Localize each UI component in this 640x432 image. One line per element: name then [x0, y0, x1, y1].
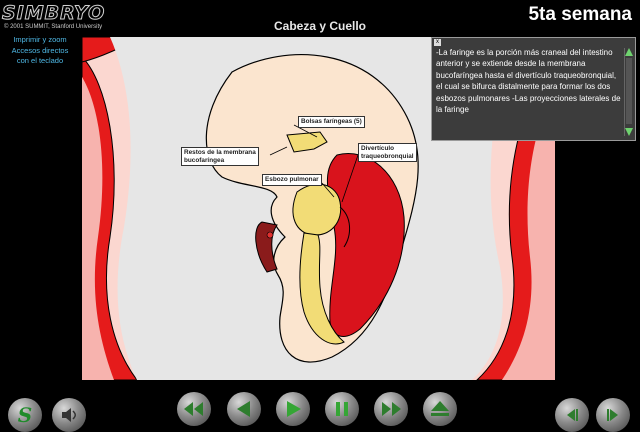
previous-icon [567, 409, 578, 421]
sound-button[interactable] [52, 398, 86, 432]
info-text: -La faringe es la porción más craneal de… [436, 48, 621, 115]
label-pharyngeal-pouches: Bolsas faríngeas (5) [298, 116, 365, 128]
speaker-icon [62, 408, 76, 422]
info-panel: x -La faringe es la porción más craneal … [431, 37, 636, 141]
previous-page-button[interactable] [555, 398, 589, 432]
fast-forward-icon [382, 402, 401, 416]
keyboard-shortcuts-link[interactable]: Accesos directos [0, 46, 80, 56]
next-page-button[interactable] [596, 398, 630, 432]
scroll-track[interactable] [626, 58, 632, 124]
eject-icon [431, 401, 449, 416]
scroll-down-icon[interactable] [625, 128, 633, 136]
scroll-up-icon[interactable] [625, 48, 633, 56]
svg-text:S: S [18, 403, 32, 427]
print-zoom-link[interactable]: Imprimir y zoom [0, 35, 80, 45]
fast-forward-button[interactable] [374, 392, 408, 426]
s-logo-icon: S [18, 403, 32, 427]
side-links: Imprimir y zoom Accesos directos con el … [0, 35, 80, 67]
label-buccopharyngeal-membrane: Restos de la membrana bucofaríngea [181, 147, 259, 167]
label-pharyngeal-pouches-text: Bolsas faríngeas (5) [301, 118, 362, 125]
eject-button[interactable] [423, 392, 457, 426]
keyboard-shortcuts-link-line2[interactable]: con el teclado [0, 56, 80, 66]
week-title: 5ta semana [528, 4, 632, 25]
step-back-button[interactable] [227, 392, 261, 426]
label-lung-bud: Esbozo pulmonar [262, 174, 322, 186]
playback-controls: S [0, 380, 640, 432]
info-close-icon[interactable]: x [434, 39, 441, 46]
label-membrane-line2: bucofaríngea [184, 156, 225, 164]
simbryo-logo: SIMBRYO © 2001 SUMMIT, Stanford Universi… [1, 2, 104, 32]
pause-icon [336, 402, 348, 416]
label-tracheobronchial-diverticulum: Divertículo traqueobronquial [358, 143, 417, 163]
play-button[interactable] [276, 392, 310, 426]
pause-button[interactable] [325, 392, 359, 426]
page-title: Cabeza y Cuello [273, 19, 367, 33]
label-membrane-line1: Restos de la membrana [184, 149, 256, 156]
logo-text: SIMBRYO [1, 2, 106, 25]
summit-logo-button[interactable]: S [8, 398, 42, 432]
label-diverticulum-line2: traqueobronquial [361, 152, 414, 160]
copyright-text: © 2001 SUMMIT, Stanford University [4, 24, 103, 30]
step-back-icon [237, 401, 250, 417]
play-icon [287, 401, 301, 417]
next-icon [607, 409, 618, 421]
rewind-icon [184, 402, 203, 416]
label-diverticulum-line1: Divertículo [361, 145, 395, 152]
rewind-button[interactable] [177, 392, 211, 426]
info-scrollbar[interactable] [624, 48, 633, 136]
label-lung-bud-text: Esbozo pulmonar [265, 176, 319, 183]
